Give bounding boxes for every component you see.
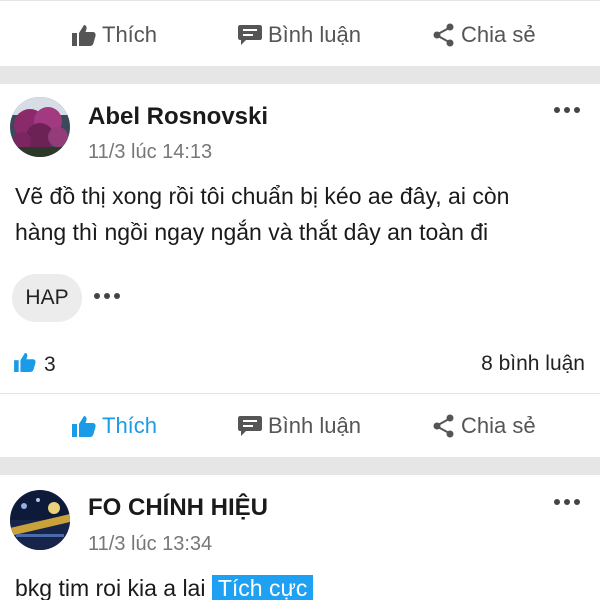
like-label: Thích [102, 22, 158, 47]
like-button[interactable]: Thích [72, 22, 157, 48]
share-button[interactable]: Chia sẻ [433, 413, 536, 439]
share-icon [433, 23, 455, 47]
comment-count[interactable]: 8 bình luận [481, 352, 585, 376]
like-count: 3 [44, 353, 56, 376]
post-action-bar: Thích Bình luận Chia sẻ [0, 396, 600, 456]
more-options-icon[interactable] [554, 107, 580, 113]
divider [0, 393, 600, 394]
comment-icon [238, 415, 262, 437]
comment-icon [238, 24, 262, 46]
tag-more-icon[interactable] [94, 293, 120, 299]
post-text: bkg tim roi kia a lai Tích cực [15, 570, 314, 600]
avatar[interactable] [10, 490, 70, 550]
post-author[interactable]: FO CHÍNH HIỆU [88, 494, 268, 522]
post-separator [0, 66, 600, 84]
comment-button[interactable]: Bình luận [238, 22, 361, 48]
like-summary[interactable]: 3 [14, 352, 56, 378]
post-text-content: bkg tim roi kia a lai [15, 575, 206, 600]
sentiment-badge: Tích cực [211, 575, 314, 600]
share-button[interactable]: Chia sẻ [433, 22, 536, 48]
comment-label: Bình luận [268, 22, 361, 47]
more-options-icon[interactable] [554, 499, 580, 505]
post-time[interactable]: 11/3 lúc 13:34 [88, 533, 212, 556]
post-separator [0, 457, 600, 475]
comment-label: Bình luận [268, 413, 361, 438]
share-label: Chia sẻ [461, 22, 536, 47]
post-time[interactable]: 11/3 lúc 14:13 [88, 141, 212, 164]
avatar[interactable] [10, 97, 70, 157]
comment-button[interactable]: Bình luận [238, 413, 361, 439]
thumbs-up-icon [72, 24, 96, 46]
post-text-line-2: hàng thì ngồi ngay ngắn và thắt dây an t… [15, 219, 489, 245]
top-action-bar: Thích Bình luận Chia sẻ [0, 6, 600, 66]
share-label: Chia sẻ [461, 413, 536, 438]
post-text-line-1: Vẽ đồ thị xong rồi tôi chuẩn bị kéo ae đ… [15, 183, 510, 209]
post-author[interactable]: Abel Rosnovski [88, 103, 268, 131]
like-button[interactable]: Thích [72, 413, 157, 439]
divider [0, 0, 600, 1]
thumbs-up-icon [14, 352, 36, 378]
thumbs-up-icon [72, 415, 96, 437]
stock-tag[interactable]: HAP [12, 274, 82, 322]
share-icon [433, 414, 455, 438]
like-label: Thích [102, 413, 158, 438]
